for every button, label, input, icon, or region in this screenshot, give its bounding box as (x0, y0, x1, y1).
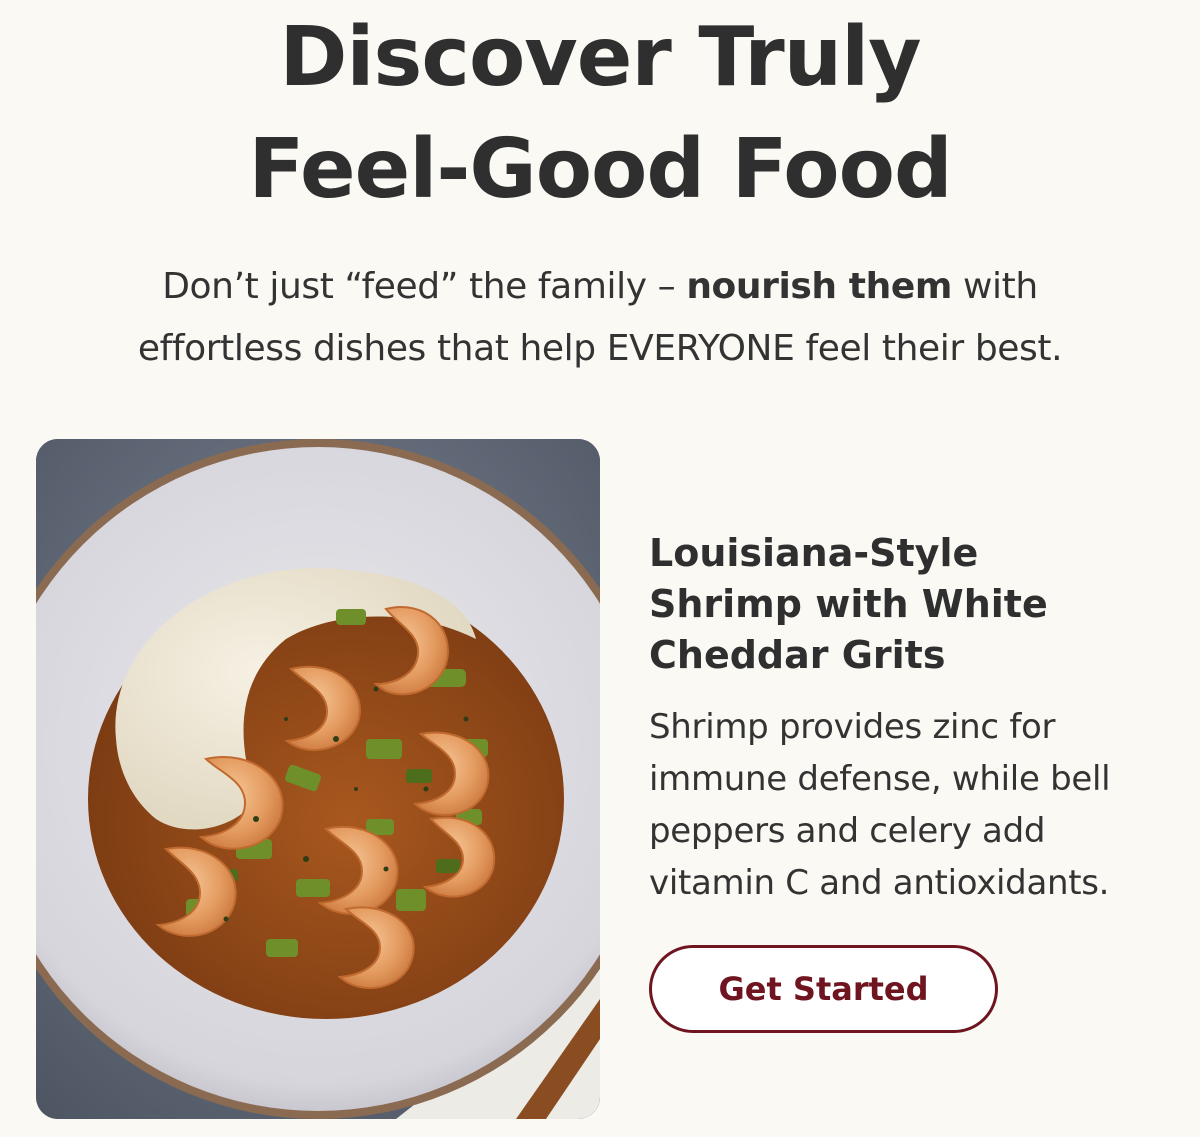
recipe-desc-line-4: vitamin C and antioxidants. (649, 863, 1110, 903)
subhead-text-end: with (951, 266, 1038, 307)
subhead-line-1: Don’t just “feed” the family – nourish t… (0, 256, 1200, 318)
recipe-title-line-1: Louisiana-Style (649, 531, 979, 575)
page-headline: Discover Truly Feel-Good Food (0, 2, 1200, 226)
subhead-emphasis: nourish them (686, 266, 952, 307)
subhead-line-2: effortless dishes that help EVERYONE fee… (137, 328, 1063, 369)
recipe-photo (36, 439, 600, 1119)
get-started-button[interactable]: Get Started (649, 945, 998, 1033)
recipe-desc-line-2: immune defense, while bell (649, 759, 1111, 799)
subhead-text-start: Don’t just “feed” the family – (162, 266, 687, 307)
recipe-title-line-2: Shrimp with White (649, 582, 1048, 626)
recipe-desc-line-1: Shrimp provides zinc for (649, 707, 1056, 747)
recipe-title-line-3: Cheddar Grits (649, 633, 946, 677)
get-started-label: Get Started (718, 970, 929, 1008)
page-subheadline: Don’t just “feed” the family – nourish t… (0, 256, 1200, 380)
recipe-desc-line-3: peppers and celery add (649, 811, 1046, 851)
recipe-description: Shrimp provides zinc for immune defense,… (649, 701, 1169, 909)
headline-line-2: Feel-Good Food (248, 122, 952, 217)
recipe-title: Louisiana-Style Shrimp with White Chedda… (649, 528, 1149, 681)
headline-line-1: Discover Truly (279, 10, 921, 105)
